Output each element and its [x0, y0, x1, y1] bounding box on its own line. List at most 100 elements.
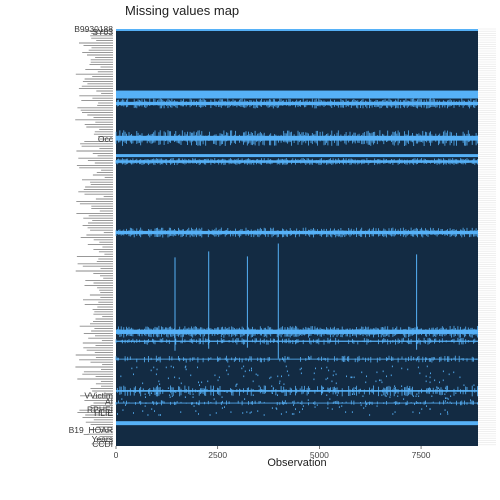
- missing-dot: [365, 405, 367, 407]
- missing-dot: [192, 393, 194, 395]
- missing-dot: [133, 390, 135, 392]
- missing-dot: [335, 382, 337, 385]
- missing-dot: [270, 376, 272, 379]
- missing-dot: [221, 396, 223, 398]
- missing-dot: [251, 369, 252, 372]
- missing-dot: [257, 374, 259, 377]
- missing-dot: [170, 365, 172, 368]
- missing-dot: [199, 384, 200, 386]
- missing-dot: [336, 387, 338, 389]
- missing-dot: [300, 367, 302, 370]
- missing-dot: [284, 402, 286, 404]
- missing-dot: [419, 372, 421, 375]
- missing-dot: [401, 385, 403, 387]
- missing-dot: [448, 373, 450, 376]
- missing-band-block: [116, 29, 478, 31]
- missing-dot: [307, 390, 309, 392]
- missing-dot: [381, 394, 383, 396]
- x-tick-label: 0: [114, 450, 119, 460]
- missing-dot: [255, 373, 257, 376]
- missing-dot: [419, 412, 421, 414]
- missing-dot: [315, 367, 316, 370]
- missing-dot: [417, 402, 419, 404]
- missing-dot: [169, 394, 171, 396]
- missing-dot: [446, 397, 448, 399]
- missing-dot: [321, 391, 323, 393]
- missing-dot: [173, 366, 174, 369]
- missing-dot: [230, 411, 232, 413]
- missing-dot: [384, 388, 386, 390]
- missing-dot: [258, 385, 260, 387]
- missing-dot: [117, 413, 118, 415]
- missing-dot: [295, 408, 296, 410]
- missing-dot: [299, 411, 301, 413]
- missing-dot: [299, 368, 301, 371]
- missing-dot: [201, 381, 203, 384]
- missing-dot: [371, 389, 373, 391]
- missing-dot: [416, 393, 418, 395]
- missing-dot: [165, 366, 167, 369]
- missing-dot: [392, 413, 394, 415]
- missing-dot: [155, 373, 157, 376]
- missing-dot: [353, 376, 355, 379]
- missing-dot: [209, 414, 211, 416]
- missing-dot: [257, 410, 259, 412]
- missing-dot: [447, 411, 448, 413]
- variable-label: HLIE: [94, 408, 113, 418]
- missing-dot: [307, 399, 309, 401]
- chart-title: Missing values map: [125, 3, 239, 18]
- missing-dot: [300, 372, 302, 375]
- missing-dot: [279, 380, 281, 383]
- missing-dot: [214, 374, 216, 377]
- missing-dot: [190, 374, 192, 377]
- missing-dot: [249, 412, 251, 414]
- missing-dot: [351, 411, 353, 413]
- missing-dot: [293, 404, 294, 406]
- missing-dot: [160, 414, 161, 416]
- missing-dot: [463, 384, 465, 386]
- missing-dot: [313, 378, 315, 381]
- missing-dot: [254, 402, 256, 404]
- missing-dot: [197, 390, 199, 392]
- missing-dot: [329, 398, 331, 400]
- missing-dot: [207, 380, 209, 383]
- missing-dot: [336, 394, 338, 396]
- missing-dot: [332, 402, 334, 404]
- missing-dot: [249, 369, 250, 372]
- missing-dot: [376, 405, 378, 407]
- missing-dot: [142, 382, 144, 385]
- missing-dot: [473, 384, 475, 386]
- missing-dot: [426, 405, 427, 407]
- missing-dot: [217, 379, 219, 382]
- missing-dot: [403, 398, 405, 400]
- missing-dot: [401, 367, 403, 370]
- missing-dot: [390, 374, 392, 377]
- missing-dot: [327, 389, 329, 391]
- missing-dot: [459, 376, 461, 379]
- missing-dot: [382, 370, 384, 373]
- missing-dot: [408, 388, 410, 390]
- missing-dot: [302, 405, 304, 407]
- missing-dot: [269, 377, 271, 380]
- row-guide-lines: [478, 28, 496, 446]
- missing-dot: [291, 413, 293, 415]
- missing-dot: [271, 385, 273, 387]
- missing-dot: [171, 395, 173, 397]
- missing-dot: [393, 387, 395, 389]
- missing-dot: [272, 387, 274, 389]
- missing-dot: [144, 393, 146, 395]
- missing-dot: [383, 402, 385, 404]
- missing-dot: [313, 372, 315, 375]
- missing-dot: [147, 414, 149, 416]
- missing-dot: [442, 379, 444, 382]
- chart-canvas: 0 2500 5000 7500 B9930188SY03OccVVictimAIRP…: [69, 3, 496, 469]
- missing-dot: [338, 406, 340, 408]
- missing-dot: [151, 408, 153, 410]
- missing-dot: [288, 374, 290, 377]
- missing-dot: [394, 385, 396, 387]
- missing-dot: [281, 375, 282, 378]
- missing-dot: [286, 370, 288, 373]
- missing-dot: [223, 390, 225, 392]
- missing-dot: [389, 396, 391, 398]
- missing-dot: [335, 373, 337, 376]
